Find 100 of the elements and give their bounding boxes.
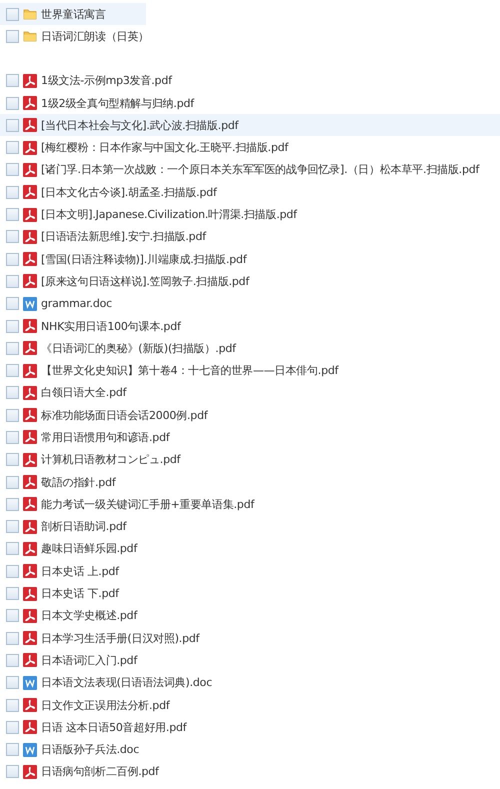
file-row[interactable]: 日本文学史概述.pdf xyxy=(0,604,500,628)
checkbox[interactable] xyxy=(6,118,19,132)
file-row[interactable]: 敬語の指針.pdf xyxy=(0,470,500,494)
pdf-file-icon xyxy=(23,764,37,779)
checkbox[interactable] xyxy=(6,274,19,288)
file-row[interactable]: 1级文法-示例mp3发音.pdf xyxy=(0,70,500,92)
word-document-icon xyxy=(23,296,37,311)
file-row[interactable]: 日文作文正误用法分析.pdf xyxy=(0,694,500,716)
file-row[interactable]: 标准功能场面日语会话2000例.pdf xyxy=(0,404,500,426)
checkbox[interactable] xyxy=(6,632,19,645)
file-name: 日文作文正误用法分析.pdf xyxy=(41,698,170,713)
checkbox[interactable] xyxy=(6,564,19,578)
checkbox[interactable] xyxy=(6,430,19,444)
pdf-file-icon xyxy=(23,118,37,132)
pdf-file-icon xyxy=(23,364,37,378)
file-name: [当代日本社会与文化].武心波.扫描版.pdf xyxy=(41,118,238,133)
file-row[interactable]: [日本文明].Japanese.Civilization.叶渭渠.扫描版.pdf xyxy=(0,203,500,226)
file-row[interactable]: 日本史话 上.pdf xyxy=(0,560,500,582)
checkbox[interactable] xyxy=(6,252,19,266)
checkbox[interactable] xyxy=(6,364,19,378)
checkbox[interactable] xyxy=(6,542,19,556)
pdf-file-icon xyxy=(23,185,37,200)
file-row[interactable]: grammar.doc xyxy=(0,292,500,315)
folder-name: 日语词汇朗读（日英） xyxy=(41,28,150,44)
checkbox[interactable] xyxy=(6,74,19,88)
file-row[interactable]: [雪国(日语注释读物)].川端康成.扫描版.pdf xyxy=(0,248,500,270)
checkbox[interactable] xyxy=(6,408,19,422)
file-name: 日本学习生活手册(日汉对照).pdf xyxy=(41,630,200,646)
file-row[interactable]: 日语病句剖析二百例.pdf xyxy=(0,760,500,784)
file-row[interactable]: 日本史话 下.pdf xyxy=(0,582,500,605)
checkbox[interactable] xyxy=(6,163,19,176)
pdf-file-icon xyxy=(23,274,37,288)
file-row[interactable]: 日语 这本日语50音超好用.pdf xyxy=(0,716,500,738)
checkbox[interactable] xyxy=(6,498,19,511)
pdf-file-icon xyxy=(23,653,37,668)
file-name: 白领日语大全.pdf xyxy=(41,385,126,400)
checkbox[interactable] xyxy=(6,208,19,222)
checkbox[interactable] xyxy=(6,386,19,400)
checkbox[interactable] xyxy=(6,8,19,21)
pdf-file-icon xyxy=(23,408,37,422)
pdf-file-icon xyxy=(23,341,37,356)
pdf-file-icon xyxy=(23,162,37,177)
file-row[interactable]: 【世界文化史知识】第十卷4：十七音的世界——日本俳句.pdf xyxy=(0,359,500,382)
pdf-file-icon xyxy=(23,208,37,222)
file-name: grammar.doc xyxy=(41,297,112,310)
checkbox[interactable] xyxy=(6,698,19,712)
checkbox[interactable] xyxy=(6,342,19,355)
checkbox[interactable] xyxy=(6,743,19,756)
checkbox[interactable] xyxy=(6,654,19,667)
pdf-file-icon xyxy=(23,475,37,490)
file-row[interactable]: 剖析日语助词.pdf xyxy=(0,516,500,538)
file-row[interactable]: [日本文化古今谈].胡孟圣.扫描版.pdf xyxy=(0,181,500,204)
file-name: 敬語の指針.pdf xyxy=(41,474,116,490)
file-row[interactable]: [梅红樱粉：日本作家与中国文化.王晓平.扫描版.pdf xyxy=(0,136,500,159)
file-name: 日本文学史概述.pdf xyxy=(41,608,138,624)
checkbox[interactable] xyxy=(6,720,19,734)
checkbox[interactable] xyxy=(6,520,19,534)
file-row[interactable]: 日本语文法表现(日语语法词典).doc xyxy=(0,672,500,694)
checkbox[interactable] xyxy=(6,587,19,600)
file-row[interactable]: 1级2级全真句型精解与归纳.pdf xyxy=(0,92,500,114)
folder-row[interactable]: 日语词汇朗读（日英） xyxy=(0,25,156,48)
file-row[interactable]: 计算机日语教材コンピュ.pdf xyxy=(0,448,500,471)
file-row[interactable]: 日语版孙子兵法.doc xyxy=(0,738,500,761)
file-row[interactable]: NHK实用日语100句课本.pdf xyxy=(0,314,500,338)
file-name: 常用日语惯用句和谚语.pdf xyxy=(41,430,170,445)
file-row[interactable]: [诸门孚.日本第一次战败：一个原日本关东军军医的战争回忆录].（日）松本草平.扫描版.pdf xyxy=(0,158,500,182)
checkbox[interactable] xyxy=(6,186,19,199)
pdf-file-icon xyxy=(23,319,37,333)
pdf-file-icon xyxy=(23,497,37,512)
checkbox[interactable] xyxy=(6,453,19,466)
file-name: 《日语词汇的奥秘》(新版)(扫描版）.pdf xyxy=(41,340,236,356)
file-name: 能力考试一级关键词汇手册+重要单语集.pdf xyxy=(41,496,254,512)
checkbox[interactable] xyxy=(6,476,19,489)
pdf-file-icon xyxy=(23,386,37,400)
file-row[interactable]: 能力考试一级关键词汇手册+重要单语集.pdf xyxy=(0,493,500,516)
checkbox[interactable] xyxy=(6,230,19,244)
file-name: 趣味日语鲜乐园.pdf xyxy=(41,541,138,556)
file-row[interactable]: 日本语词汇入门.pdf xyxy=(0,649,500,672)
file-row[interactable]: 日本学习生活手册(日汉对照).pdf xyxy=(0,627,500,650)
pdf-file-icon xyxy=(23,608,37,623)
file-row[interactable]: 白领日语大全.pdf xyxy=(0,382,500,404)
file-name: 1级2级全真句型精解与归纳.pdf xyxy=(41,96,194,111)
file-row[interactable]: [日语语法新思维].安宁.扫描版.pdf xyxy=(0,226,500,248)
file-row[interactable]: [原来这句日语这样说].笠岡敦子.扫描版.pdf xyxy=(0,270,500,293)
checkbox[interactable] xyxy=(6,765,19,778)
checkbox[interactable] xyxy=(6,96,19,110)
file-row[interactable]: 常用日语惯用句和谚语.pdf xyxy=(0,426,500,449)
checkbox[interactable] xyxy=(6,320,19,332)
file-row[interactable]: 趣味日语鲜乐园.pdf xyxy=(0,538,500,560)
pdf-file-icon xyxy=(23,252,37,266)
checkbox[interactable] xyxy=(6,297,19,310)
file-row[interactable]: 《日语词汇的奥秘》(新版)(扫描版）.pdf xyxy=(0,337,500,360)
checkbox[interactable] xyxy=(6,30,19,43)
checkbox[interactable] xyxy=(6,609,19,622)
folder-row[interactable]: 世界童话寓言 xyxy=(0,3,146,26)
checkbox[interactable] xyxy=(6,676,19,690)
checkbox[interactable] xyxy=(6,141,19,154)
pdf-file-icon xyxy=(23,452,37,467)
file-name: 计算机日语教材コンピュ.pdf xyxy=(41,452,180,468)
file-row[interactable]: [当代日本社会与文化].武心波.扫描版.pdf xyxy=(0,114,500,136)
